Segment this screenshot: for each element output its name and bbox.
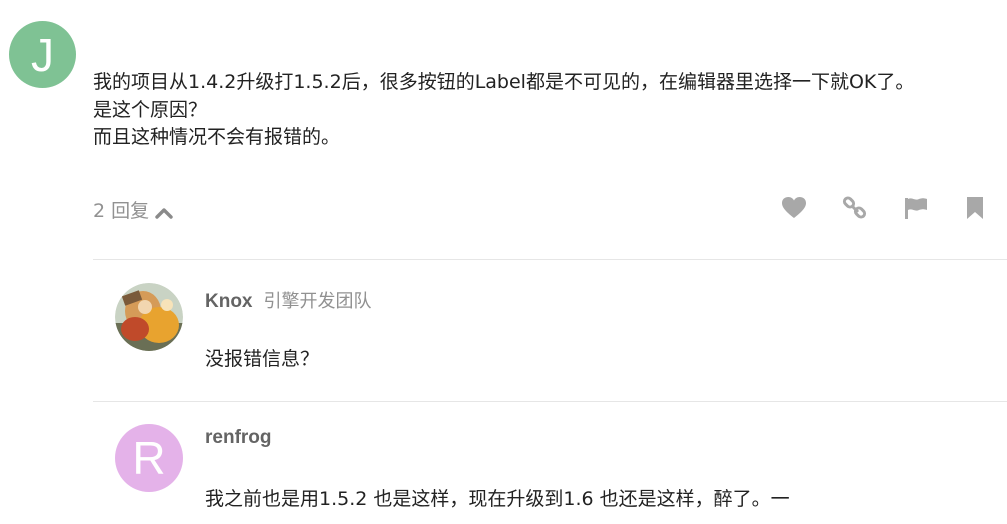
post-author-avatar[interactable]: J	[9, 21, 76, 88]
reply-username[interactable]: Knox	[205, 291, 253, 313]
replies-count-label: 2 回复	[93, 200, 150, 222]
post-body: 我的项目从1.4.2升级打1.5.2后，很多按钮的Label都是不可见的，在编辑…	[93, 69, 993, 152]
chevron-up-icon	[155, 203, 173, 219]
reply-text: 我之前也是用1.5.2 也是这样，现在升级到1.6 也还是这样，醉了。一	[205, 488, 790, 510]
link-icon[interactable]	[842, 196, 868, 220]
heart-icon[interactable]	[781, 196, 807, 220]
reply-header: Knox 引擎开发团队	[205, 287, 372, 313]
reply-header: renfrog	[205, 427, 272, 449]
replies-toggle-button[interactable]: 2 回复	[93, 196, 173, 223]
divider	[93, 259, 1007, 260]
topic-post: J 我的项目从1.4.2升级打1.5.2后，很多按钮的Label都是不可见的，在…	[0, 0, 1007, 524]
avatar-image	[115, 283, 183, 351]
post-line: 是这个原因？	[93, 98, 208, 121]
post-line: 而且这种情况不会有报错的。	[93, 126, 341, 148]
flag-icon[interactable]	[903, 196, 929, 220]
divider	[93, 401, 1007, 402]
reply-author-avatar[interactable]	[115, 283, 183, 351]
reply-author-avatar[interactable]: R	[115, 424, 183, 492]
reply-user-group[interactable]: 引擎开发团队	[264, 287, 372, 313]
post-line: 我的项目从1.4.2升级打1.5.2后，很多按钮的Label都是不可见的，在编辑…	[93, 71, 915, 93]
reply-text: 没报错信息？	[205, 348, 320, 370]
reply-username[interactable]: renfrog	[205, 427, 272, 449]
bookmark-icon[interactable]	[962, 196, 988, 220]
